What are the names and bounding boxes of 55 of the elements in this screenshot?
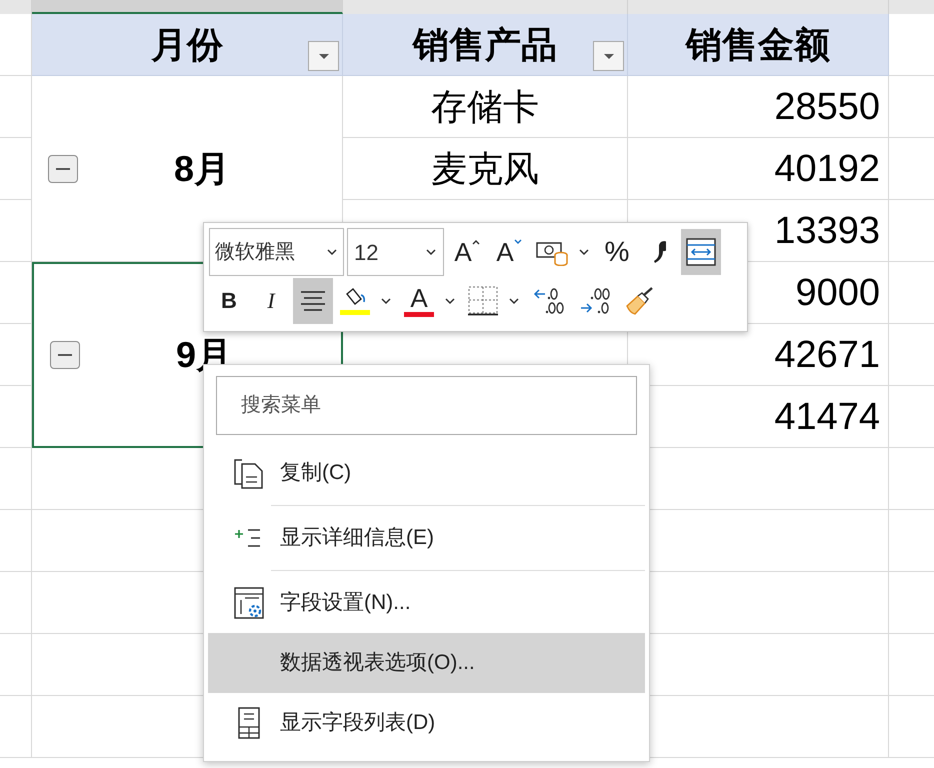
menu-item[interactable]: 显示详细信息(E): [208, 508, 645, 568]
borders-icon: [468, 286, 498, 316]
toolbar-button[interactable]: I: [251, 278, 291, 324]
toolbar-button[interactable]: B: [209, 278, 249, 324]
collapse-button[interactable]: [48, 154, 78, 182]
amount-cell: 28550: [628, 76, 889, 138]
caret-icon: [508, 297, 520, 305]
field-list-icon: [237, 707, 261, 739]
table-cell: [0, 386, 32, 448]
product-cell: 麦克风: [343, 138, 628, 200]
menu-item[interactable]: 数据透视表选项(O)...: [208, 633, 645, 693]
minus-icon: [56, 168, 70, 170]
increase-decimal-icon: [532, 286, 566, 316]
bold-icon: B: [221, 290, 237, 312]
collapse-button[interactable]: [50, 341, 80, 369]
table-cell: [0, 138, 32, 200]
menu-item[interactable]: 显示字段列表(D): [208, 693, 645, 753]
minus-icon: [58, 354, 72, 356]
column-title: 销售金额: [686, 22, 830, 66]
caret-icon: [326, 248, 338, 256]
toolbar-button[interactable]: [293, 278, 333, 324]
comma-icon: [652, 239, 666, 265]
italic-icon: I: [267, 290, 275, 312]
font-size-dropdown[interactable]: 12: [347, 228, 444, 276]
copy-icon: [233, 457, 265, 489]
month-label: 8月: [174, 146, 230, 190]
decrease-decimal-icon: [578, 286, 612, 316]
toolbar-button[interactable]: A: [489, 229, 529, 275]
product-cell: 存储卡: [343, 76, 628, 138]
font-dropdown[interactable]: 微软雅黑: [209, 228, 344, 276]
fill-color-icon: [340, 286, 370, 316]
wrap-text-icon: [686, 238, 716, 266]
column-header[interactable]: [32, 0, 343, 14]
percent-icon: %: [604, 238, 630, 266]
filter-button[interactable]: [593, 41, 624, 71]
toolbar-button[interactable]: A: [399, 278, 439, 324]
filter-caret-icon: [602, 52, 614, 60]
filter-button[interactable]: [308, 41, 339, 71]
align-center-icon: [300, 289, 326, 313]
filter-caret-icon: [318, 52, 330, 60]
table-cell: [0, 76, 32, 138]
menu-item[interactable]: 字段设置(N)...: [208, 573, 645, 633]
table-cell: [0, 262, 32, 324]
field-settings-icon: [233, 586, 265, 620]
toolbar-button[interactable]: A: [447, 229, 487, 275]
column-title: 月份: [151, 22, 223, 66]
caret-icon: [578, 248, 590, 256]
table-cell: [0, 324, 32, 386]
caret-icon: [380, 297, 392, 305]
caret-icon: [425, 248, 437, 256]
amount-cell: 40192: [628, 138, 889, 200]
column-title: 销售产品: [413, 22, 557, 66]
search-field[interactable]: 搜索菜单: [216, 376, 637, 435]
toolbar-button[interactable]: [681, 229, 721, 275]
caret-icon: [444, 297, 456, 305]
